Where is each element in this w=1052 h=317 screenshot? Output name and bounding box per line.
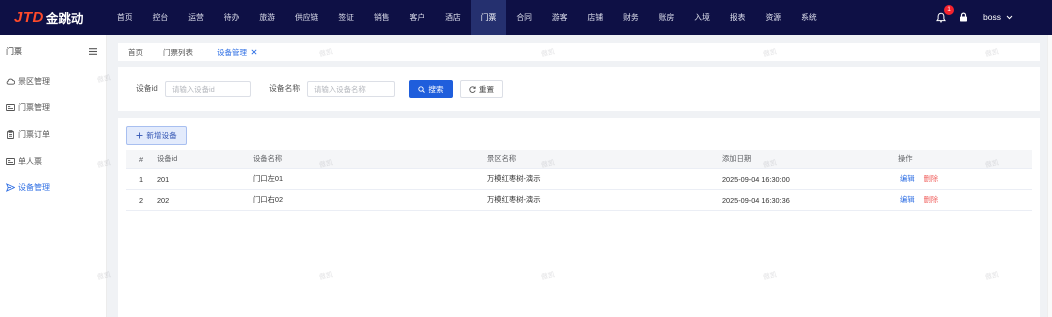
nav-item-sales[interactable]: 销售	[364, 0, 400, 35]
cell-device-id: 201	[157, 174, 170, 184]
tab-device-management[interactable]: 设备管理	[203, 43, 265, 61]
bell-icon[interactable]	[936, 12, 946, 23]
nav-item-customers[interactable]: 客户	[400, 0, 436, 35]
search-button[interactable]: 搜索	[409, 80, 453, 98]
menu-icon[interactable]	[89, 48, 97, 55]
cell-device-id: 202	[157, 195, 170, 205]
column-header-device-id: 设备id	[157, 154, 178, 163]
top-navigation-bar: JTD 金跳动 首页 控台 运营 待办 旅游 供应链 签证 销售 客户 酒店 门…	[0, 0, 1052, 35]
nav-item-travel[interactable]: 旅游	[249, 0, 285, 35]
cell-added-date: 2025-09-04 16:30:36	[722, 195, 790, 205]
device-table: # 设备id 设备名称 景区名称 添加日期 操作 1 201 门口左01 万模红…	[126, 150, 1032, 211]
cell-actions: 编辑 删除	[898, 195, 1032, 205]
notification-badge: 1	[944, 5, 954, 15]
sidebar-title: 门票	[6, 47, 22, 56]
search-button-label: 搜索	[428, 84, 444, 94]
tab-label: 设备管理	[217, 47, 247, 57]
column-header-actions: 操作	[898, 154, 913, 163]
device-table-card: 新增设备 # 设备id 设备名称 景区名称 添加日期 操作 1 201 门口左0…	[118, 118, 1040, 317]
reset-button[interactable]: 重置	[460, 80, 503, 98]
nav-item-supply-chain[interactable]: 供应链	[285, 0, 328, 35]
edit-link[interactable]: 编辑	[900, 174, 915, 184]
column-header-device-name: 设备名称	[253, 154, 283, 163]
cell-index: 2	[139, 195, 144, 205]
nav-item-home[interactable]: 首页	[107, 0, 143, 35]
nav-item-system[interactable]: 系统	[791, 0, 827, 35]
scenic-area-icon	[6, 78, 15, 85]
nav-item-contracts[interactable]: 合同	[506, 0, 542, 35]
tab-home[interactable]: 首页	[118, 43, 153, 61]
ticket-card-icon	[6, 157, 15, 165]
nav-item-inbound[interactable]: 入境	[684, 0, 720, 35]
search-form: 设备id 设备名称 搜索 重置	[118, 67, 1040, 111]
nav-item-resources[interactable]: 资源	[755, 0, 791, 35]
sidebar-item-label: 门票订单	[18, 129, 50, 139]
nav-item-stores[interactable]: 店铺	[578, 0, 614, 35]
column-header-scenic-area: 景区名称	[487, 154, 517, 163]
sidebar-item-scenic-area[interactable]: 景区管理	[0, 70, 106, 92]
cell-added-date: 2025-09-04 16:30:00	[722, 174, 790, 184]
cell-device-name: 门口左01	[253, 174, 284, 183]
add-device-button[interactable]: 新增设备	[126, 126, 187, 145]
nav-item-operations[interactable]: 运营	[178, 0, 214, 35]
table-row: 1 201 门口左01 万模红枣树-演示 2025-09-04 16:30:00…	[126, 169, 1032, 190]
page-tabs: 首页 门票列表 设备管理	[118, 43, 1040, 61]
sidebar-item-ticket-orders[interactable]: 门票订单	[0, 123, 106, 145]
delete-link[interactable]: 删除	[924, 174, 939, 184]
nav-item-tickets[interactable]: 门票	[470, 0, 507, 35]
device-name-input[interactable]	[307, 81, 395, 97]
table-header-row: # 设备id 设备名称 景区名称 添加日期 操作	[126, 150, 1032, 169]
cell-device-name: 门口右02	[253, 195, 284, 204]
cell-actions: 编辑 删除	[898, 174, 1032, 184]
nav-item-todo[interactable]: 待办	[214, 0, 250, 35]
tab-label: 首页	[128, 47, 143, 57]
column-header-added-date: 添加日期	[722, 154, 752, 163]
sidebar-item-label: 景区管理	[18, 76, 50, 86]
sidebar-item-device-management[interactable]: 设备管理	[0, 176, 106, 198]
nav-item-tourists[interactable]: 游客	[542, 0, 578, 35]
ticket-card-icon	[6, 103, 15, 111]
main-nav: 首页 控台 运营 待办 旅游 供应链 签证 销售 客户 酒店 门票 合同 游客 …	[107, 0, 827, 35]
brand-name: 金跳动	[45, 12, 84, 26]
brand-logo-mark: JTD	[14, 9, 44, 26]
table-row: 2 202 门口右02 万模红枣树-演示 2025-09-04 16:30:36…	[126, 190, 1032, 211]
edit-link[interactable]: 编辑	[900, 195, 915, 205]
sidebar-item-ticket-management[interactable]: 门票管理	[0, 96, 106, 118]
sidebar: 门票 景区管理 门票管理 门票订单 单人票 设备管理	[0, 35, 107, 317]
user-menu-name[interactable]: boss	[983, 0, 1001, 35]
nav-item-accounts[interactable]: 账房	[649, 0, 685, 35]
sidebar-item-label: 门票管理	[18, 102, 50, 112]
send-icon	[6, 182, 15, 192]
device-id-input[interactable]	[165, 81, 251, 97]
lock-icon[interactable]	[959, 12, 968, 22]
device-id-label: 设备id	[136, 84, 158, 93]
nav-item-console[interactable]: 控台	[143, 0, 179, 35]
column-header-index: #	[139, 154, 144, 164]
clipboard-icon	[7, 129, 14, 139]
search-icon	[418, 85, 426, 93]
nav-item-visa[interactable]: 签证	[328, 0, 364, 35]
reset-button-label: 重置	[478, 84, 495, 94]
tab-label: 门票列表	[163, 47, 193, 57]
vertical-scrollbar[interactable]	[1047, 35, 1052, 317]
cell-index: 1	[139, 174, 144, 184]
tab-ticket-list[interactable]: 门票列表	[153, 43, 203, 61]
sidebar-item-single-ticket[interactable]: 单人票	[0, 150, 106, 172]
nav-item-hotel[interactable]: 酒店	[435, 0, 471, 35]
delete-link[interactable]: 删除	[924, 195, 939, 205]
refresh-icon	[469, 85, 476, 93]
chevron-down-icon[interactable]	[1006, 15, 1013, 20]
plus-icon	[136, 132, 143, 139]
close-icon[interactable]	[251, 49, 257, 55]
brand-logo[interactable]: JTD 金跳动	[14, 0, 83, 35]
sidebar-item-label: 单人票	[18, 156, 42, 166]
sidebar-item-label: 设备管理	[18, 182, 50, 192]
add-device-button-label: 新增设备	[146, 131, 177, 140]
device-name-label: 设备名称	[269, 84, 301, 93]
nav-item-reports[interactable]: 报表	[720, 0, 756, 35]
cell-scenic-area: 万模红枣树-演示	[487, 195, 541, 204]
nav-item-finance[interactable]: 财务	[613, 0, 649, 35]
cell-scenic-area: 万模红枣树-演示	[487, 174, 541, 183]
